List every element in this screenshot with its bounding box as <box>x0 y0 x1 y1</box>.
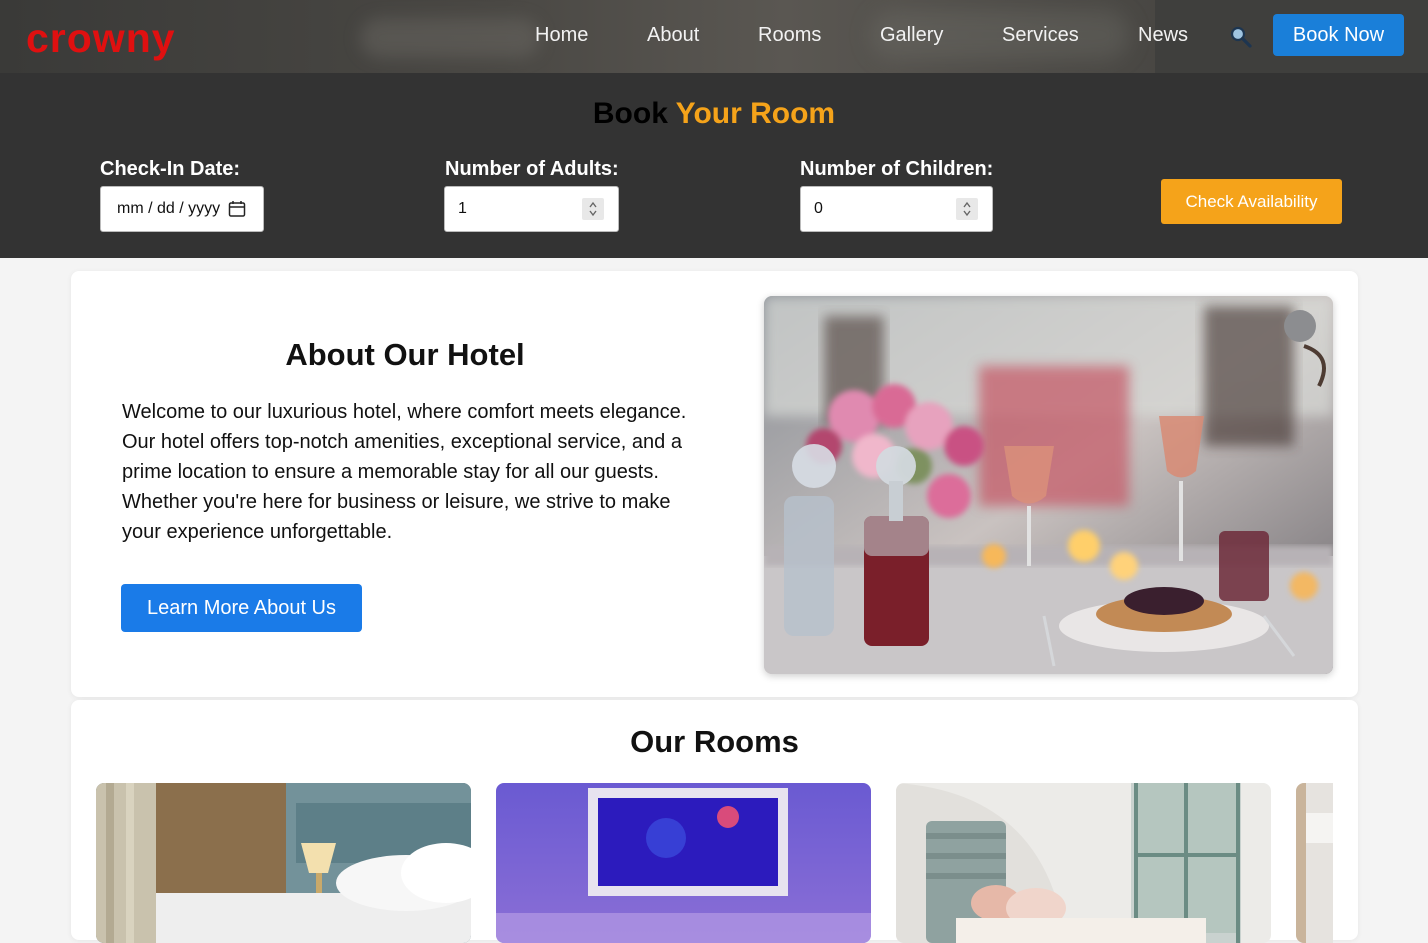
nav-link-about[interactable]: About <box>647 22 699 48</box>
book-now-button[interactable]: Book Now <box>1273 14 1404 56</box>
hotel-dining-image <box>764 296 1333 674</box>
booking-bar: Book Your Room Check-In Date: mm / dd / … <box>0 73 1428 258</box>
adults-input[interactable]: 1 <box>444 186 619 232</box>
room-card-image-4[interactable] <box>1296 783 1333 943</box>
checkin-date-input[interactable]: mm / dd / yyyy <box>100 186 264 232</box>
nav-link-news[interactable]: News <box>1138 22 1188 48</box>
booking-title: Book Your Room <box>0 96 1428 132</box>
learn-more-button[interactable]: Learn More About Us <box>121 584 362 632</box>
adults-value: 1 <box>458 200 467 217</box>
adults-label: Number of Adults: <box>445 158 619 180</box>
spinner-arrows-icon <box>963 201 971 217</box>
checkin-label: Check-In Date: <box>100 158 241 180</box>
room-card-image-2[interactable] <box>496 783 871 943</box>
room-card-image-1[interactable] <box>96 783 471 943</box>
adults-spinner[interactable] <box>582 198 604 220</box>
search-icon[interactable] <box>1229 25 1253 49</box>
rooms-title: Our Rooms <box>630 724 799 759</box>
site-logo[interactable]: crowny <box>26 14 176 62</box>
spinner-arrows-icon <box>589 201 597 217</box>
top-navbar: crowny Home About Rooms Gallery Services… <box>0 0 1428 73</box>
check-availability-button[interactable]: Check Availability <box>1161 179 1342 224</box>
children-label: Number of Children: <box>800 158 994 180</box>
about-title: About Our Hotel <box>285 337 525 372</box>
calendar-icon[interactable] <box>228 200 246 218</box>
nav-link-rooms[interactable]: Rooms <box>758 22 821 48</box>
nav-link-services[interactable]: Services <box>1002 22 1079 48</box>
children-spinner[interactable] <box>956 198 978 220</box>
booking-title-part1: Book <box>592 97 668 130</box>
nav-link-gallery[interactable]: Gallery <box>880 22 943 48</box>
about-text: Welcome to our luxurious hotel, where co… <box>122 401 687 543</box>
nav-link-home[interactable]: Home <box>535 22 588 48</box>
children-value: 0 <box>814 200 823 217</box>
checkin-date-placeholder: mm / dd / yyyy <box>117 200 221 217</box>
room-card-image-3[interactable] <box>896 783 1271 943</box>
children-input[interactable]: 0 <box>800 186 993 232</box>
nav-background-blur <box>360 18 540 58</box>
booking-title-part2: Your Room <box>675 97 836 130</box>
